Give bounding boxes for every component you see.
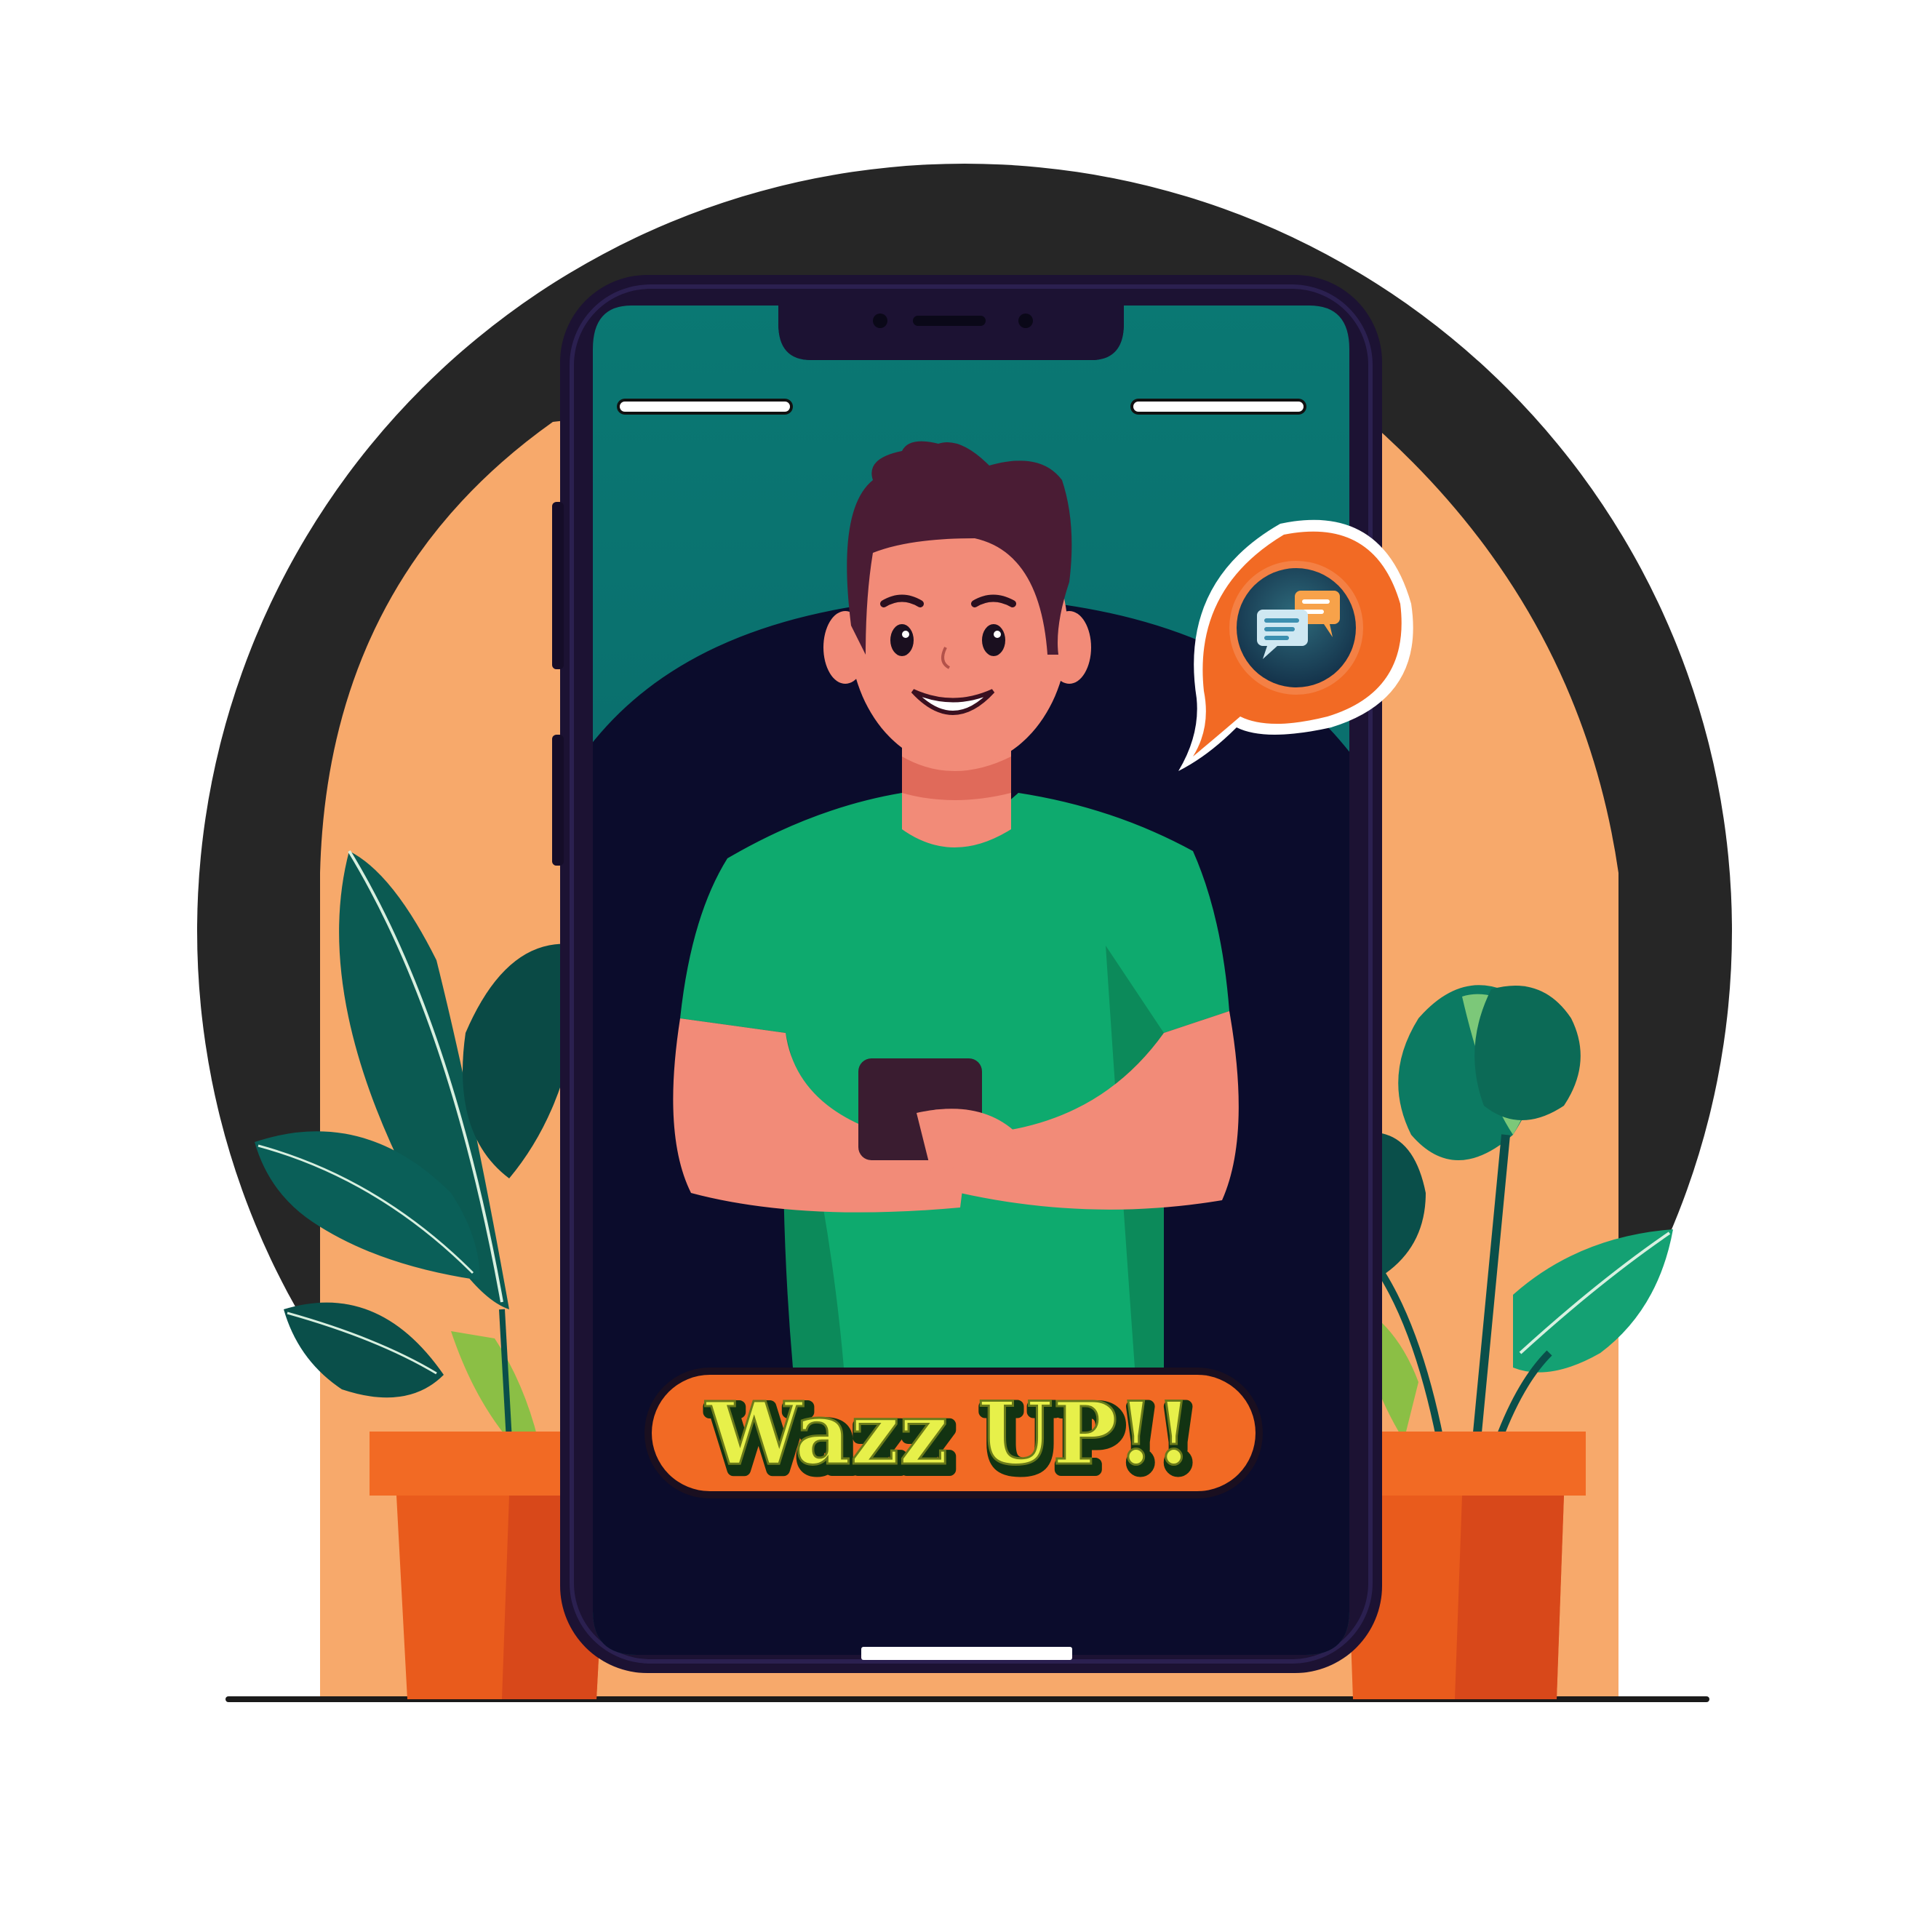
volume-button [552,502,564,669]
wazz-up-banner: Wazz UP!! Wazz UP!! [644,1368,1263,1498]
phone-notch [778,306,1124,360]
home-indicator[interactable] [861,1647,1072,1660]
speaker-grille [913,316,986,326]
power-button [552,735,564,866]
front-camera-icon [873,314,887,328]
banner-text: Wazz UP!! [704,1383,1192,1484]
sensor-icon [1018,314,1033,328]
illustration: Wazz UP!! Wazz UP!! [197,164,1732,1702]
